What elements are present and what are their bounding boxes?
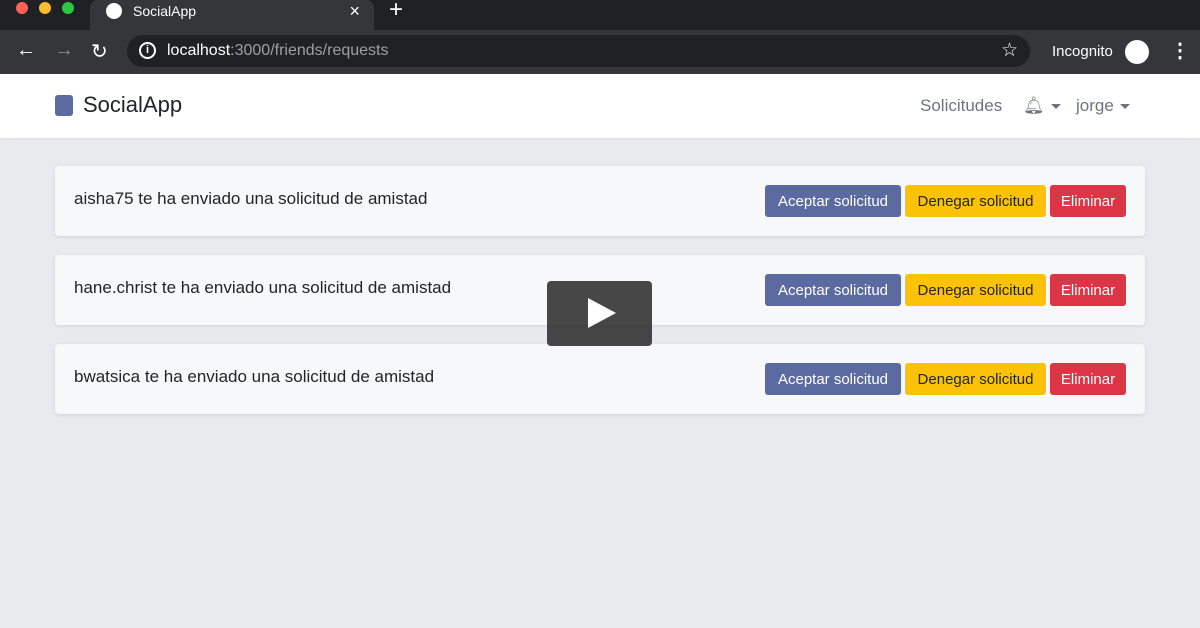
delete-button[interactable]: Eliminar [1050,274,1126,306]
address-bar[interactable]: i localhost:3000/friends/requests ☆ [127,35,1030,67]
deny-button[interactable]: Denegar solicitud [905,274,1046,306]
browser-menu-icon[interactable]: ⋮ [1170,38,1190,63]
user-name: jorge [1076,96,1114,115]
accept-button[interactable]: Aceptar solicitud [765,274,901,306]
incognito-label: Incognito [1052,43,1113,60]
url-path: :3000/friends/requests [230,42,389,59]
incognito-icon[interactable] [1125,40,1149,64]
request-card: bwatsica te ha enviado una solicitud de … [55,344,1145,414]
reload-icon[interactable]: ↻ [91,39,108,64]
tab-title: SocialApp [133,3,197,19]
minimize-window-button[interactable] [39,2,51,14]
new-tab-icon[interactable]: + [389,0,403,24]
request-message: hane.christ te ha enviado una solicitud … [74,278,452,297]
caret-down-icon [1050,104,1061,110]
address-book-icon [55,95,73,116]
deny-button[interactable]: Denegar solicitud [905,363,1046,395]
brand-link[interactable]: SocialApp [83,92,182,118]
maximize-window-button[interactable] [62,2,74,14]
info-icon[interactable]: i [139,42,156,59]
accept-button[interactable]: Aceptar solicitud [765,363,901,395]
video-play-button[interactable] [547,281,652,346]
delete-button[interactable]: Eliminar [1050,185,1126,217]
url-text: localhost:3000/friends/requests [167,42,388,60]
user-dropdown[interactable]: jorge [1076,96,1130,116]
url-host: localhost [167,42,231,59]
globe-icon [106,3,122,19]
close-tab-icon[interactable]: × [349,1,360,22]
delete-button[interactable]: Eliminar [1050,363,1126,395]
request-card: aisha75 te ha enviado una solicitud de a… [55,166,1145,236]
caret-down-icon [1119,104,1130,110]
browser-tab[interactable]: SocialApp × [90,0,374,30]
browser-toolbar: ← → ↻ i localhost:3000/friends/requests … [0,30,1200,74]
requests-link[interactable]: Solicitudes [920,96,1002,116]
navbar: SocialApp Solicitudes 🔔︎ jorge [0,74,1200,138]
bookmark-star-icon[interactable]: ☆ [1001,39,1018,62]
accept-button[interactable]: Aceptar solicitud [765,185,901,217]
notifications-dropdown[interactable]: 🔔︎ [1023,96,1061,116]
back-icon[interactable]: ← [16,39,36,62]
request-message: aisha75 te ha enviado una solicitud de a… [74,189,428,208]
request-message: bwatsica te ha enviado una solicitud de … [74,367,435,386]
deny-button[interactable]: Denegar solicitud [905,185,1046,217]
forward-icon[interactable]: → [54,39,74,62]
bell-icon: 🔔︎ [1023,96,1045,115]
browser-tab-bar: SocialApp × + [0,0,1200,30]
close-window-button[interactable] [16,2,28,14]
